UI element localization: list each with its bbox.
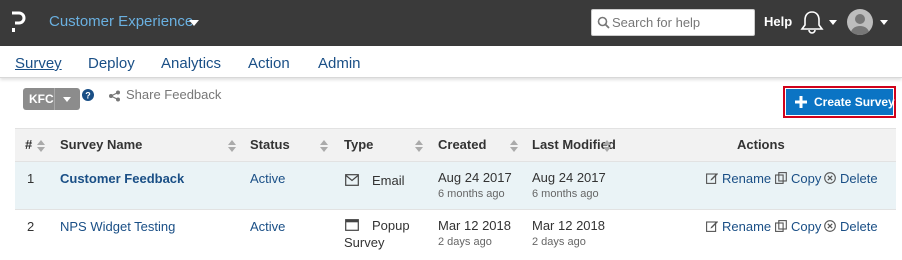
created-relative: 2 days ago: [438, 236, 492, 248]
sort-icon[interactable]: [37, 140, 45, 152]
main-nav: Survey Deploy Analytics Action Admin: [0, 46, 902, 78]
delete-button[interactable]: Delete: [840, 219, 878, 234]
column-header-created[interactable]: Created: [438, 137, 486, 152]
created-date: Mar 12 2018: [438, 218, 511, 233]
rename-button[interactable]: Rename: [722, 219, 771, 234]
chevron-down-icon[interactable]: [189, 20, 199, 26]
survey-type-line2: Survey: [344, 235, 385, 250]
chevron-down-icon[interactable]: [63, 97, 71, 102]
help-circle-icon[interactable]: ?: [82, 89, 94, 101]
row-number: 1: [27, 171, 35, 186]
rename-button[interactable]: Rename: [722, 171, 771, 186]
survey-type: Popup: [372, 218, 410, 233]
logo-icon[interactable]: [10, 10, 26, 36]
help-link[interactable]: Help: [764, 14, 792, 29]
table-row: 1 Customer Feedback Active Email Aug 24 …: [15, 162, 896, 210]
chevron-down-icon[interactable]: [829, 20, 837, 25]
sort-icon[interactable]: [320, 140, 328, 152]
copy-button[interactable]: Copy: [791, 219, 821, 234]
tab-deploy[interactable]: Deploy: [88, 55, 135, 72]
email-icon: [345, 174, 359, 186]
copy-icon[interactable]: [775, 172, 787, 184]
chevron-down-icon[interactable]: [880, 20, 888, 25]
column-header-survey-name[interactable]: Survey Name: [60, 137, 142, 152]
copy-icon[interactable]: [775, 220, 787, 232]
created-relative: 6 months ago: [438, 188, 505, 200]
column-header-status[interactable]: Status: [250, 137, 290, 152]
status-label: Active: [250, 219, 286, 234]
plus-icon: [795, 96, 807, 108]
share-icon[interactable]: [108, 90, 121, 102]
divider: [54, 88, 55, 110]
sort-icon[interactable]: [228, 140, 236, 152]
modified-date: Mar 12 2018: [532, 218, 605, 233]
modified-relative: 6 months ago: [532, 188, 599, 200]
survey-type: Email: [372, 173, 405, 188]
created-date: Aug 24 2017: [438, 170, 512, 185]
row-number: 2: [27, 219, 35, 234]
delete-circle-icon[interactable]: [824, 172, 836, 184]
column-header-actions: Actions: [737, 137, 785, 152]
sort-icon[interactable]: [415, 140, 423, 152]
modified-date: Aug 24 2017: [532, 170, 606, 185]
top-bar: Customer Experience Help: [0, 0, 902, 46]
column-header-type[interactable]: Type: [344, 137, 373, 152]
create-survey-label: Create Survey: [814, 95, 895, 109]
search-input[interactable]: [612, 13, 750, 32]
column-header-number[interactable]: #: [25, 137, 32, 152]
edit-icon[interactable]: [706, 220, 718, 232]
status-label: Active: [250, 171, 286, 186]
svg-text:?: ?: [85, 91, 91, 101]
avatar[interactable]: [847, 9, 873, 35]
brand-label: KFC: [29, 92, 54, 106]
sort-icon[interactable]: [603, 140, 611, 152]
user-icon: [851, 14, 869, 35]
delete-button[interactable]: Delete: [840, 171, 878, 186]
share-feedback-link[interactable]: Share Feedback: [126, 87, 221, 102]
delete-circle-icon[interactable]: [824, 220, 836, 232]
tab-admin[interactable]: Admin: [318, 55, 361, 72]
edit-icon[interactable]: [706, 172, 718, 184]
create-survey-button[interactable]: Create Survey: [783, 86, 896, 118]
search-box[interactable]: [591, 9, 755, 36]
search-icon: [597, 16, 610, 29]
app-switcher[interactable]: Customer Experience: [49, 13, 193, 30]
popup-window-icon: [345, 219, 359, 231]
sort-icon[interactable]: [510, 140, 518, 152]
tab-survey[interactable]: Survey: [15, 55, 62, 72]
bell-icon[interactable]: [800, 9, 824, 35]
table-header: # Survey Name Status Type Created Last M…: [15, 128, 896, 162]
modified-relative: 2 days ago: [532, 236, 586, 248]
survey-name-link[interactable]: Customer Feedback: [60, 171, 184, 186]
brand-selector[interactable]: KFC: [23, 88, 80, 110]
tab-action[interactable]: Action: [248, 55, 290, 72]
tab-analytics[interactable]: Analytics: [161, 55, 221, 72]
table-row: 2 NPS Widget Testing Active Popup Survey…: [15, 210, 896, 260]
create-survey-button-body[interactable]: Create Survey: [786, 89, 895, 115]
survey-name-link[interactable]: NPS Widget Testing: [60, 219, 175, 234]
copy-button[interactable]: Copy: [791, 171, 821, 186]
